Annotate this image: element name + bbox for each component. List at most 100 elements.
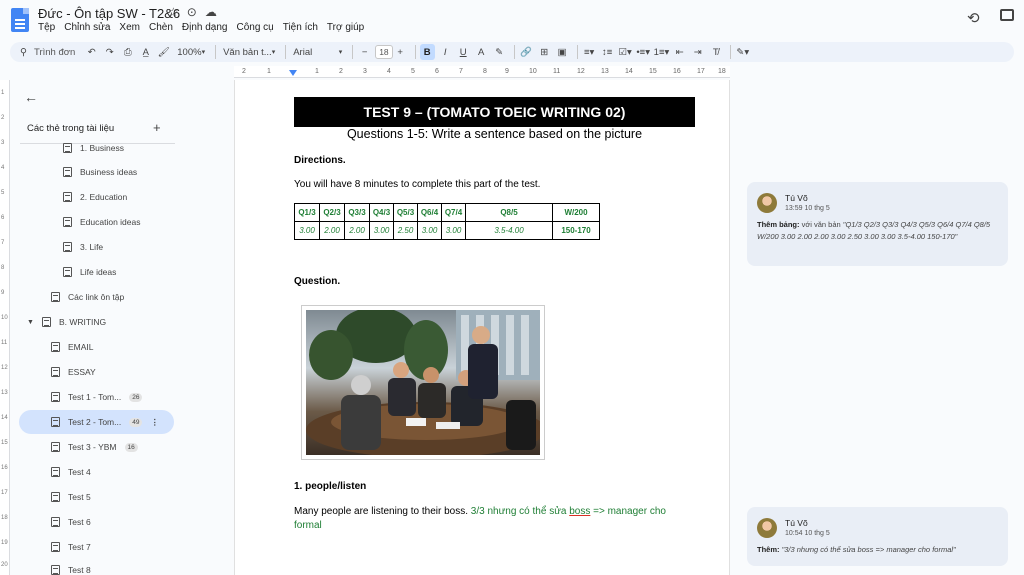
spelling-flagged-word[interactable]: boss	[569, 506, 590, 517]
outline-item[interactable]: ▼ B. WRITING	[27, 310, 106, 334]
table-cell[interactable]: 3.00	[294, 221, 320, 240]
outline-item[interactable]: Test 4	[51, 460, 91, 484]
version-history-icon[interactable]: ⟲	[967, 9, 980, 27]
outline-item[interactable]: ESSAY	[51, 360, 96, 384]
directions-label[interactable]: Directions.	[294, 155, 346, 166]
menu-view[interactable]: Xem	[119, 22, 140, 33]
checklist-icon[interactable]: ☑▾	[618, 44, 633, 60]
outline-item[interactable]: 1. Business	[63, 136, 124, 160]
indent-marker-icon[interactable]	[289, 70, 297, 76]
table-cell[interactable]: 3.00	[441, 221, 466, 240]
table-cell[interactable]: 2.00	[319, 221, 345, 240]
outline-item[interactable]: Business ideas	[63, 160, 137, 184]
font-select[interactable]: Arial	[290, 44, 345, 60]
table-cell[interactable]: Q2/3	[319, 203, 345, 222]
score-table[interactable]: Q1/3 Q2/3 Q3/3 Q4/3 Q5/3 Q6/4 Q7/4 Q8/5 …	[294, 203, 600, 240]
comment-card[interactable]: Tú Võ 13:59 10 thg 5 Thêm bảng: với văn …	[747, 182, 1008, 266]
horizontal-ruler[interactable]: 2 1 1 2 3 4 5 6 7 8 9 10 11 12 13 14 15 …	[234, 66, 730, 78]
menu-help[interactable]: Trợ giúp	[327, 22, 364, 33]
outline-item[interactable]: Education ideas	[63, 210, 141, 234]
align-icon[interactable]: ≡▾	[582, 44, 597, 60]
outline-item-active[interactable]: Test 2 - Tom... 49 ⋮	[19, 410, 174, 434]
menu-insert[interactable]: Chèn	[149, 22, 173, 33]
decrease-indent-icon[interactable]: ⇤	[672, 44, 687, 60]
table-cell[interactable]: Q1/3	[294, 203, 320, 222]
star-icon[interactable]: ☆	[168, 5, 179, 19]
comments-icon[interactable]	[1000, 9, 1014, 21]
cloud-status-icon[interactable]: ☁	[205, 5, 217, 19]
more-options-icon[interactable]: ⋮	[150, 417, 159, 428]
question-1-label[interactable]: 1. people/listen	[294, 481, 366, 492]
line-spacing-icon[interactable]: ↕≡	[600, 44, 615, 60]
vertical-ruler[interactable]: 1 2 3 4 5 6 7 8 9 10 11 12 13 14 15 16 1…	[0, 80, 10, 575]
menu-tools[interactable]: Công cụ	[236, 22, 273, 33]
document-title[interactable]: Đức - Ôn tập SW - T2&6	[38, 6, 180, 21]
print-icon[interactable]: ⎙	[120, 44, 135, 60]
table-cell[interactable]: 3.00	[417, 221, 442, 240]
redo-icon[interactable]: ↷	[102, 44, 117, 60]
insert-image-icon[interactable]: ▣	[555, 44, 570, 60]
increase-indent-icon[interactable]: ⇥	[690, 44, 705, 60]
increase-font-size-icon[interactable]: +	[393, 44, 408, 60]
table-cell[interactable]: W/200	[552, 203, 600, 222]
table-cell[interactable]: 3.5-4.00	[465, 221, 553, 240]
clear-formatting-icon[interactable]: T̸	[708, 44, 723, 60]
collapse-caret-icon[interactable]: ▼	[27, 319, 34, 326]
menu-format[interactable]: Định dạng	[182, 22, 228, 33]
back-arrow-icon[interactable]: ←	[24, 89, 38, 105]
decrease-font-size-icon[interactable]: −	[357, 44, 372, 60]
outline-item[interactable]: Test 3 - YBM 16	[51, 435, 138, 459]
paint-format-icon[interactable]: 🖌	[156, 44, 171, 60]
question-1-answer[interactable]: Many people are listening to their boss.…	[294, 505, 694, 533]
menu-extensions[interactable]: Tiện ích	[283, 22, 318, 33]
table-cell[interactable]: 2.00	[344, 221, 370, 240]
table-cell[interactable]: Q8/5	[465, 203, 553, 222]
table-cell[interactable]: 3.00	[369, 221, 394, 240]
outline-item[interactable]: Test 6	[51, 510, 91, 534]
outline-item[interactable]: Các link ôn tập	[51, 285, 124, 309]
outline-item[interactable]: Life ideas	[63, 260, 116, 284]
outline-item[interactable]: 3. Life	[63, 235, 103, 259]
table-cell[interactable]: 150-170	[552, 221, 600, 240]
spellcheck-icon[interactable]: A̲	[138, 44, 153, 60]
add-tab-icon[interactable]: +	[153, 120, 161, 135]
outline-item[interactable]: Test 7	[51, 535, 91, 559]
question-label[interactable]: Question.	[294, 276, 340, 287]
business-meeting-photo[interactable]	[301, 305, 545, 460]
document-subheading[interactable]: Questions 1-5: Write a sentence based on…	[294, 127, 695, 141]
search-menus-icon[interactable]: ⚲	[16, 44, 31, 60]
outline-item[interactable]: 2. Education	[63, 185, 127, 209]
editing-mode-icon[interactable]: ✎▾	[735, 44, 750, 60]
menu-edit[interactable]: Chỉnh sửa	[64, 22, 110, 33]
outline-item[interactable]: Test 1 - Tom... 26	[51, 385, 143, 409]
highlight-color-icon[interactable]: ✎	[492, 44, 507, 60]
table-cell[interactable]: Q6/4	[417, 203, 442, 222]
google-docs-icon[interactable]	[11, 8, 29, 32]
move-folder-icon[interactable]: ⊙	[187, 5, 197, 19]
style-select[interactable]: Văn bản t...	[220, 44, 278, 60]
menu-file[interactable]: Tệp	[38, 22, 55, 33]
bulleted-list-icon[interactable]: •≡▾	[636, 44, 651, 60]
outline-item[interactable]: Test 5	[51, 485, 91, 509]
outline-item[interactable]: Test 8	[51, 560, 91, 575]
table-cell[interactable]: 2.50	[393, 221, 418, 240]
document-heading[interactable]: TEST 9 – (TOMATO TOEIC WRITING 02)	[294, 97, 695, 127]
comment-card[interactable]: Tú Võ 10:54 10 thg 5 Thêm: "3/3 nhưng có…	[747, 507, 1008, 566]
document-page[interactable]: TEST 9 – (TOMATO TOEIC WRITING 02) Quest…	[234, 80, 730, 575]
numbered-list-icon[interactable]: 1≡▾	[654, 44, 670, 60]
bold-button[interactable]: B	[419, 44, 435, 60]
zoom-select[interactable]: 100%	[174, 44, 208, 60]
table-cell[interactable]: Q4/3	[369, 203, 394, 222]
italic-button[interactable]: I	[438, 44, 453, 60]
search-menus-input[interactable]: Trình đơn	[34, 44, 75, 60]
table-cell[interactable]: Q5/3	[393, 203, 418, 222]
undo-icon[interactable]: ↶	[84, 44, 99, 60]
table-cell[interactable]: Q7/4	[441, 203, 466, 222]
text-color-button[interactable]: A	[474, 44, 489, 60]
insert-link-icon[interactable]: 🔗	[519, 44, 534, 60]
directions-text[interactable]: You will have 8 minutes to complete this…	[294, 179, 540, 190]
font-size-input[interactable]: 18	[375, 45, 393, 59]
table-cell[interactable]: Q3/3	[344, 203, 370, 222]
underline-button[interactable]: U	[456, 44, 471, 60]
add-comment-icon[interactable]: ⊞	[537, 44, 552, 60]
